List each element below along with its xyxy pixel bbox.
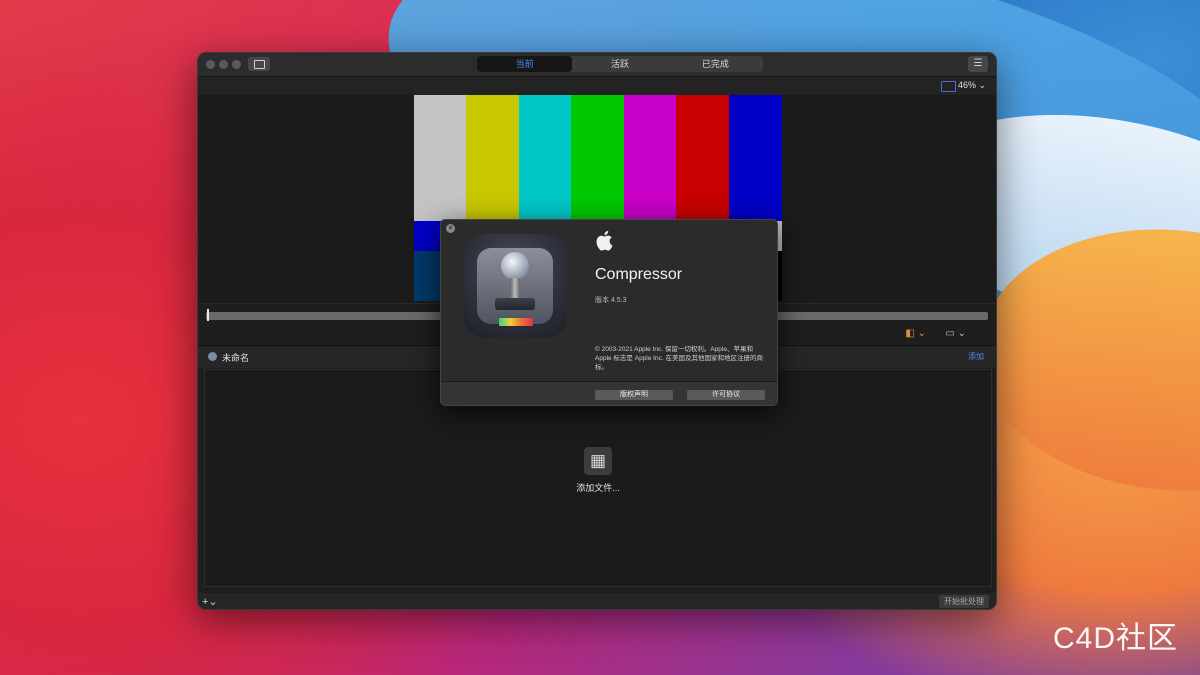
tab-completed[interactable]: 已完成 — [668, 56, 763, 72]
app-icon-knob — [501, 252, 529, 280]
add-menu-icon[interactable]: +⌄ — [202, 595, 218, 608]
close-window-button[interactable] — [206, 60, 215, 69]
batch-icon — [208, 352, 217, 361]
settings-sliders-icon[interactable]: ☰ — [968, 56, 988, 72]
license-button[interactable]: 许可协议 — [687, 390, 765, 400]
close-icon[interactable]: × — [446, 224, 455, 233]
tab-active[interactable]: 活跃 — [572, 56, 667, 72]
apple-logo-icon — [595, 230, 617, 254]
monitor-icon[interactable]: ▭ ⌄ — [945, 328, 966, 339]
color-bar — [466, 95, 519, 221]
app-version: 版本 4.5.3 — [595, 297, 627, 304]
playhead[interactable] — [207, 309, 209, 321]
color-bar — [571, 95, 624, 221]
app-name: Compressor — [595, 266, 683, 283]
viewer-toolbar: 46% ⌄ — [198, 77, 996, 95]
film-icon[interactable]: ▦ — [584, 447, 612, 475]
app-icon-base — [495, 298, 535, 310]
add-file-label[interactable]: 添加文件... — [558, 481, 638, 494]
compressor-app-icon — [463, 234, 567, 338]
watermark-text: C4D社区 — [1052, 622, 1178, 655]
viewer-layout-icon[interactable] — [941, 81, 956, 92]
zoom-level[interactable]: 46% ⌄ — [958, 80, 986, 91]
bookmark-icon[interactable]: ◧ ⌄ — [905, 328, 926, 339]
color-bar — [729, 95, 782, 221]
view-segmented-control: 当前 活跃 已完成 — [477, 56, 763, 72]
title-bar: 当前 活跃 已完成 ☰ — [198, 53, 996, 77]
app-icon-meter — [499, 318, 533, 326]
add-button[interactable]: 添加 — [968, 351, 984, 362]
about-dialog: × Compressor 版本 4.5.3 © 2003-2021 Apple … — [440, 219, 778, 406]
start-batch-button[interactable]: 开始批处理 — [939, 595, 989, 608]
zoom-window-button[interactable] — [232, 60, 241, 69]
color-bar — [414, 95, 467, 221]
copyright-text: © 2003-2021 Apple Inc. 保留一切权利。Apple、苹果和 … — [595, 346, 763, 371]
color-bar — [519, 95, 572, 221]
tab-current[interactable]: 当前 — [477, 56, 573, 72]
about-footer: 版权声明 许可协议 — [441, 381, 777, 405]
app-icon-stem — [510, 278, 520, 300]
acknowledgements-button[interactable]: 版权声明 — [595, 390, 673, 400]
sidebar-toggle-icon[interactable] — [248, 57, 270, 71]
batch-title[interactable]: 未命名 — [222, 351, 249, 364]
color-bar — [676, 95, 729, 221]
minimize-window-button[interactable] — [219, 60, 228, 69]
bottom-bar: +⌄ 开始批处理 — [198, 593, 996, 609]
color-bar — [624, 95, 677, 221]
